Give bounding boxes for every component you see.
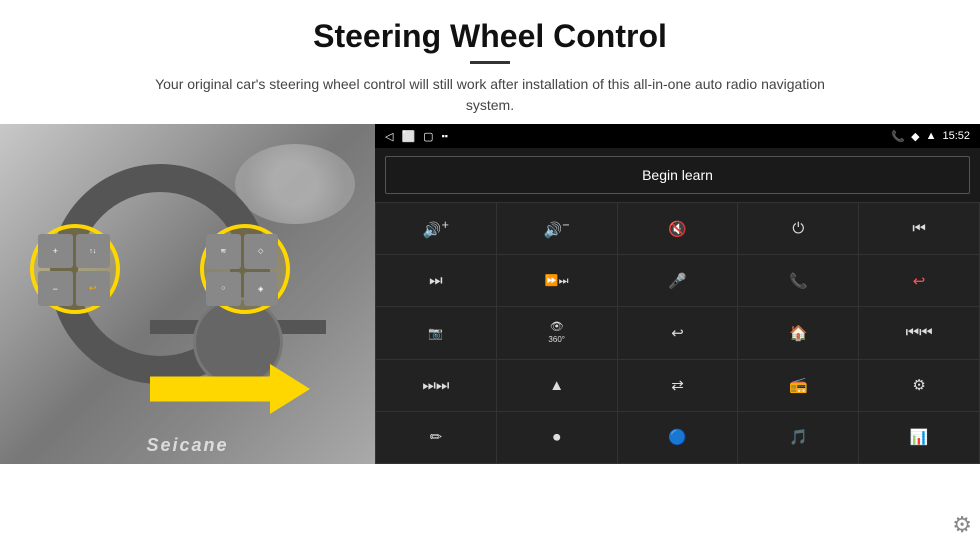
- android-interface: ◁ ⬜ ▢ ▪▪ 📞 ◆ ▲ 15:52 Begin learn: [375, 124, 980, 464]
- fast-forward-button[interactable]: ⏩⏭: [497, 255, 617, 306]
- next-icon: ⏭: [429, 272, 443, 289]
- vol-up-button[interactable]: 🔊+: [376, 203, 496, 254]
- prev-track-icon: ⏮: [912, 220, 926, 237]
- subtitle-text: Your original car's steering wheel contr…: [140, 74, 840, 116]
- equalizer-button[interactable]: 📊: [859, 412, 979, 463]
- skip-forward-icon: ⏭⏭: [422, 377, 449, 394]
- prev-track-button[interactable]: ⏮: [859, 203, 979, 254]
- back-button[interactable]: ↩: [618, 307, 738, 358]
- next-button[interactable]: ⏭: [376, 255, 496, 306]
- signal-icon: ▪▪: [442, 131, 448, 141]
- bluetooth-button[interactable]: 🔵: [618, 412, 738, 463]
- radio-icon: 📻: [789, 376, 808, 394]
- btn-small-2: ↑↓: [76, 234, 111, 268]
- control-grid: 🔊+ 🔊− 🔇 ⏻ ⏮ ⏭ ⏩⏭: [375, 202, 980, 464]
- rewind-button[interactable]: ⏮⏮: [859, 307, 979, 358]
- arrow-container: [150, 364, 330, 434]
- page-title: Steering Wheel Control: [40, 18, 940, 55]
- mic-button[interactable]: 🎤: [618, 255, 738, 306]
- skip-forward-button[interactable]: ⏭⏭: [376, 360, 496, 411]
- mute-icon: 🔇: [668, 220, 687, 238]
- camera-icon: 📷: [428, 326, 443, 340]
- fast-forward-icon: ⏩⏭: [545, 274, 569, 288]
- power-icon: ⏻: [792, 220, 804, 237]
- dashboard-bg: [235, 144, 355, 224]
- wifi-icon: ▲: [926, 130, 937, 142]
- btn-small-7: ○: [206, 272, 241, 307]
- gps-icon: ◆: [911, 130, 919, 143]
- btn-small-1: +: [38, 234, 73, 268]
- home-nav-icon: 🏠: [789, 324, 808, 342]
- switch-button[interactable]: ⇄: [618, 360, 738, 411]
- record-icon: ⏺: [553, 429, 561, 446]
- recents-icon: ▢: [423, 130, 433, 143]
- power-button[interactable]: ⏻: [738, 203, 858, 254]
- navigate-icon: ▲: [549, 377, 564, 394]
- phone-icon: 📞: [789, 272, 808, 290]
- music-icon: 🎵: [789, 428, 808, 446]
- switch-icon: ⇄: [671, 376, 684, 394]
- phone-status-icon: 📞: [891, 130, 905, 143]
- edit-icon: ✏: [430, 428, 443, 446]
- btn-small-3: −: [38, 271, 73, 306]
- hangup-button[interactable]: ↩: [859, 255, 979, 306]
- vol-down-icon: 🔊−: [544, 218, 570, 239]
- time-display: 15:52: [942, 130, 970, 142]
- header-section: Steering Wheel Control Your original car…: [0, 0, 980, 124]
- phone-button[interactable]: 📞: [738, 255, 858, 306]
- back-icon: ◁: [385, 130, 393, 143]
- title-divider: [470, 61, 510, 64]
- rewind-icon: ⏮⏮: [906, 324, 933, 341]
- edit-button[interactable]: ✏: [376, 412, 496, 463]
- page-wrapper: Steering Wheel Control Your original car…: [0, 0, 980, 546]
- back-nav-icon: ↩: [671, 324, 684, 342]
- begin-learn-container: Begin learn: [375, 148, 980, 202]
- bluetooth-icon: 🔵: [668, 428, 687, 446]
- eq-icon: ⚙: [912, 376, 925, 394]
- gear-button[interactable]: ⚙: [952, 512, 972, 538]
- home-button[interactable]: 🏠: [738, 307, 858, 358]
- status-left: ◁ ⬜ ▢ ▪▪: [385, 130, 448, 143]
- record-button[interactable]: ⏺: [497, 412, 617, 463]
- status-right: 📞 ◆ ▲ 15:52: [891, 130, 970, 143]
- cam360-button[interactable]: 👁360°: [497, 307, 617, 358]
- hangup-icon: ↩: [913, 272, 926, 290]
- btn-grid-left: + ↑↓ − ↩: [38, 234, 110, 306]
- btn-small-5: ≋: [206, 234, 241, 269]
- content-area: + ↑↓ − ↩ ≋ ◇ ○ ◈ Seicane: [0, 124, 980, 546]
- home-icon: ⬜: [401, 130, 415, 143]
- vol-up-icon: 🔊+: [423, 218, 449, 239]
- btn-small-6: ◇: [244, 234, 279, 269]
- btn-small-4: ↩: [76, 271, 111, 306]
- navigate-button[interactable]: ▲: [497, 360, 617, 411]
- radio-button[interactable]: 📻: [738, 360, 858, 411]
- status-bar: ◁ ⬜ ▢ ▪▪ 📞 ◆ ▲ 15:52: [375, 124, 980, 148]
- watermark: Seicane: [146, 435, 228, 456]
- eq-button[interactable]: ⚙: [859, 360, 979, 411]
- vol-down-button[interactable]: 🔊−: [497, 203, 617, 254]
- mic-icon: 🎤: [668, 272, 687, 290]
- music-button[interactable]: 🎵: [738, 412, 858, 463]
- begin-learn-button[interactable]: Begin learn: [385, 156, 970, 194]
- camera-button[interactable]: 📷: [376, 307, 496, 358]
- arrow-shape: [150, 364, 310, 414]
- cam360-icon: 👁360°: [548, 320, 565, 345]
- equalizer-icon: 📊: [910, 428, 929, 446]
- btn-small-8: ◈: [244, 272, 279, 307]
- mute-button[interactable]: 🔇: [618, 203, 738, 254]
- btn-grid-right: ≋ ◇ ○ ◈: [206, 234, 278, 306]
- steering-photo: + ↑↓ − ↩ ≋ ◇ ○ ◈ Seicane: [0, 124, 375, 464]
